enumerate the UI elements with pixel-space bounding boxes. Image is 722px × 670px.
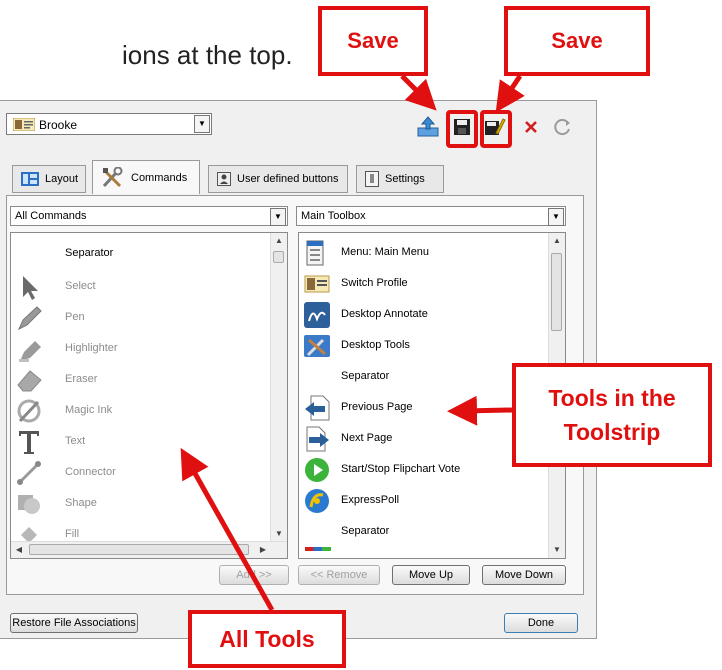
save-arrow	[400, 74, 437, 111]
callout-arrows	[180, 74, 525, 612]
save-as-arrow	[495, 74, 525, 113]
toolstrip-arrow	[447, 395, 513, 426]
all-tools-arrow	[180, 447, 275, 612]
